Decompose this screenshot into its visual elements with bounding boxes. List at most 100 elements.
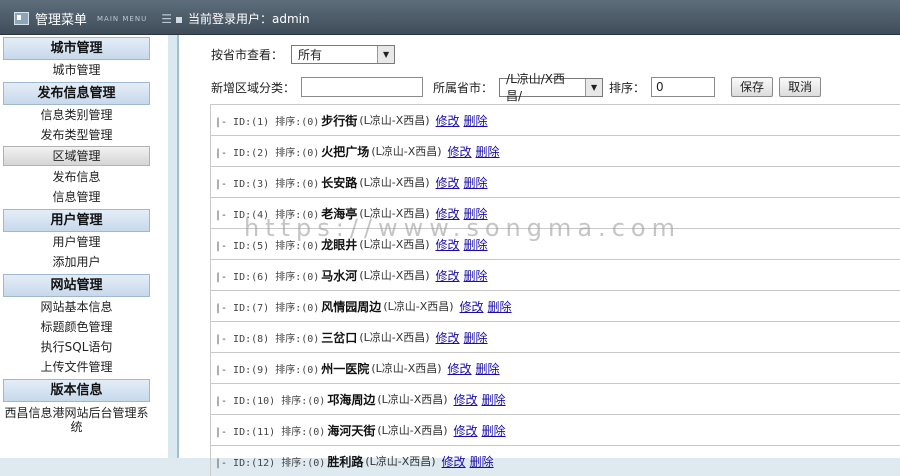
province-select-value: /L凉山/X西昌/ — [506, 72, 566, 103]
current-user-text: 当前登录用户：admin — [188, 12, 310, 26]
region-city: (L凉山-X西昌) — [377, 393, 448, 406]
region-city: (L凉山-X西昌) — [383, 300, 454, 313]
region-name: 步行街 — [321, 113, 358, 128]
table-row: |- ID:(9) 排序:(0) 州一医院 (L凉山-X西昌) 修改 删除 — [210, 352, 900, 383]
edit-link[interactable]: 修改 — [454, 391, 478, 408]
delete-link[interactable]: 删除 — [482, 391, 506, 408]
region-name: 胜利路 — [327, 454, 364, 469]
delete-link[interactable]: 删除 — [476, 143, 500, 160]
province-filter-select[interactable]: 所有 ▼ — [291, 45, 396, 64]
category-label: 新增区域分类： — [211, 80, 296, 95]
edit-link[interactable]: 修改 — [436, 112, 460, 129]
edit-link[interactable]: 修改 — [460, 298, 484, 315]
table-row: |- ID:(12) 排序:(0) 胜利路 (L凉山-X西昌) 修改 删除 — [210, 445, 900, 476]
delete-link[interactable]: 删除 — [470, 453, 494, 470]
region-city: (L凉山-X西昌) — [365, 455, 436, 468]
sidebar-item-publish-type[interactable]: 发布类型管理 — [0, 125, 153, 145]
sidebar-item-city-manage[interactable]: 城市管理 — [0, 60, 153, 80]
menu-subtitle: MAIN MENU — [97, 14, 148, 23]
delete-link[interactable]: 删除 — [464, 112, 488, 129]
delete-link[interactable]: 删除 — [482, 422, 506, 439]
province-filter: 按省市查看： 所有 ▼ — [211, 45, 396, 64]
delete-link[interactable]: 删除 — [464, 329, 488, 346]
region-name: 马水河 — [321, 268, 358, 283]
table-row: |- ID:(10) 排序:(0) 邛海周边 (L凉山-X西昌) 修改 删除 — [210, 383, 900, 414]
table-row: |- ID:(6) 排序:(0) 马水河 (L凉山-X西昌) 修改 删除 — [210, 259, 900, 290]
edit-link[interactable]: 修改 — [454, 422, 478, 439]
menu-title: 管理菜单 — [35, 13, 88, 28]
region-city: (L凉山-X西昌) — [377, 424, 448, 437]
table-row: |- ID:(7) 排序:(0) 风情园周边 (L凉山-X西昌) 修改 删除 — [210, 290, 900, 321]
list-toggle-icon[interactable]: ☰ — [161, 12, 172, 26]
row-meta: |- ID:(6) 排序:(0) — [215, 271, 320, 283]
sidebar-item-site-info[interactable]: 网站基本信息 — [0, 297, 153, 317]
table-row: |- ID:(11) 排序:(0) 海河天街 (L凉山-X西昌) 修改 删除 — [210, 414, 900, 445]
province-label: 所属省市： — [433, 80, 494, 95]
row-meta: |- ID:(12) 排序:(0) — [215, 457, 326, 469]
sidebar-item-run-sql[interactable]: 执行SQL语句 — [0, 337, 153, 357]
sort-label: 排序： — [609, 80, 646, 95]
edit-link[interactable]: 修改 — [436, 329, 460, 346]
province-filter-value: 所有 — [298, 48, 323, 62]
edit-link[interactable]: 修改 — [442, 453, 466, 470]
region-name: 海河天街 — [327, 423, 376, 438]
edit-link[interactable]: 修改 — [436, 174, 460, 191]
sidebar-item-publish-info[interactable]: 发布信息 — [0, 167, 153, 187]
row-meta: |- ID:(10) 排序:(0) — [215, 395, 326, 407]
table-row: |- ID:(2) 排序:(0) 火把广场 (L凉山-X西昌) 修改 删除 — [210, 135, 900, 166]
filter-label: 按省市查看： — [211, 48, 284, 62]
province-select[interactable]: /L凉山/X西昌/ ▼ — [499, 72, 604, 103]
sidebar-section-version[interactable]: 版本信息 — [3, 379, 150, 402]
table-row: |- ID:(3) 排序:(0) 长安路 (L凉山-X西昌) 修改 删除 — [210, 166, 900, 197]
row-meta: |- ID:(8) 排序:(0) — [215, 333, 320, 345]
frame-divider — [168, 35, 177, 458]
delete-link[interactable]: 删除 — [464, 174, 488, 191]
sidebar-item-region[interactable]: 区域管理 — [3, 146, 150, 166]
chevron-down-icon[interactable]: ▼ — [585, 78, 603, 96]
region-city: (L凉山-X西昌) — [359, 176, 430, 189]
sidebar-footer: 西昌信息港网站后台管理系统 — [4, 406, 149, 434]
cancel-button[interactable]: 取消 — [779, 77, 822, 97]
sidebar-item-title-color[interactable]: 标题颜色管理 — [0, 317, 153, 337]
region-city: (L凉山-X西昌) — [371, 362, 442, 375]
row-meta: |- ID:(7) 排序:(0) — [215, 302, 320, 314]
region-city: (L凉山-X西昌) — [359, 331, 430, 344]
sidebar-item-info-category[interactable]: 信息类别管理 — [0, 105, 153, 125]
main-panel: 按省市查看： 所有 ▼ 新增区域分类： 所属省市： /L凉山/X西昌/ ▼ 排序… — [177, 35, 900, 476]
region-city: (L凉山-X西昌) — [371, 145, 442, 158]
sidebar-section-site[interactable]: 网站管理 — [3, 274, 150, 297]
menu-header: 管理菜单 MAIN MENU ☰ — [14, 9, 172, 28]
bullet-icon — [176, 16, 182, 23]
edit-link[interactable]: 修改 — [436, 267, 460, 284]
category-input[interactable] — [301, 77, 424, 97]
chevron-down-icon[interactable]: ▼ — [377, 46, 395, 63]
region-name: 长安路 — [321, 175, 358, 190]
sidebar-section-users[interactable]: 用户管理 — [3, 209, 150, 232]
current-user: 当前登录用户：admin — [176, 10, 310, 27]
delete-link[interactable]: 删除 — [476, 360, 500, 377]
table-row: |- ID:(8) 排序:(0) 三岔口 (L凉山-X西昌) 修改 删除 — [210, 321, 900, 352]
sidebar-section-publish[interactable]: 发布信息管理 — [3, 82, 150, 105]
region-list: |- ID:(1) 排序:(0) 步行街 (L凉山-X西昌) 修改 删除 |- ID:(2… — [210, 104, 900, 476]
edit-link[interactable]: 修改 — [448, 143, 472, 160]
top-bar: 管理菜单 MAIN MENU ☰ 当前登录用户：admin — [0, 0, 900, 35]
region-city: (L凉山-X西昌) — [359, 269, 430, 282]
sidebar-item-add-user[interactable]: 添加用户 — [0, 252, 153, 272]
sort-input[interactable]: 0 — [651, 77, 716, 97]
window-icon — [14, 12, 29, 25]
sidebar-item-upload-files[interactable]: 上传文件管理 — [0, 357, 153, 377]
delete-link[interactable]: 删除 — [488, 298, 512, 315]
row-meta: |- ID:(11) 排序:(0) — [215, 426, 326, 438]
region-name: 火把广场 — [321, 144, 370, 159]
region-name: 州一医院 — [321, 361, 370, 376]
sidebar-item-info-manage[interactable]: 信息管理 — [0, 187, 153, 207]
delete-link[interactable]: 删除 — [464, 267, 488, 284]
save-button[interactable]: 保存 — [731, 77, 774, 97]
edit-link[interactable]: 修改 — [448, 360, 472, 377]
row-meta: |- ID:(2) 排序:(0) — [215, 147, 320, 159]
region-name: 三岔口 — [321, 330, 358, 345]
row-meta: |- ID:(3) 排序:(0) — [215, 178, 320, 190]
sidebar-section-city[interactable]: 城市管理 — [3, 37, 150, 60]
sidebar-item-user-manage[interactable]: 用户管理 — [0, 232, 153, 252]
region-name: 邛海周边 — [327, 392, 376, 407]
